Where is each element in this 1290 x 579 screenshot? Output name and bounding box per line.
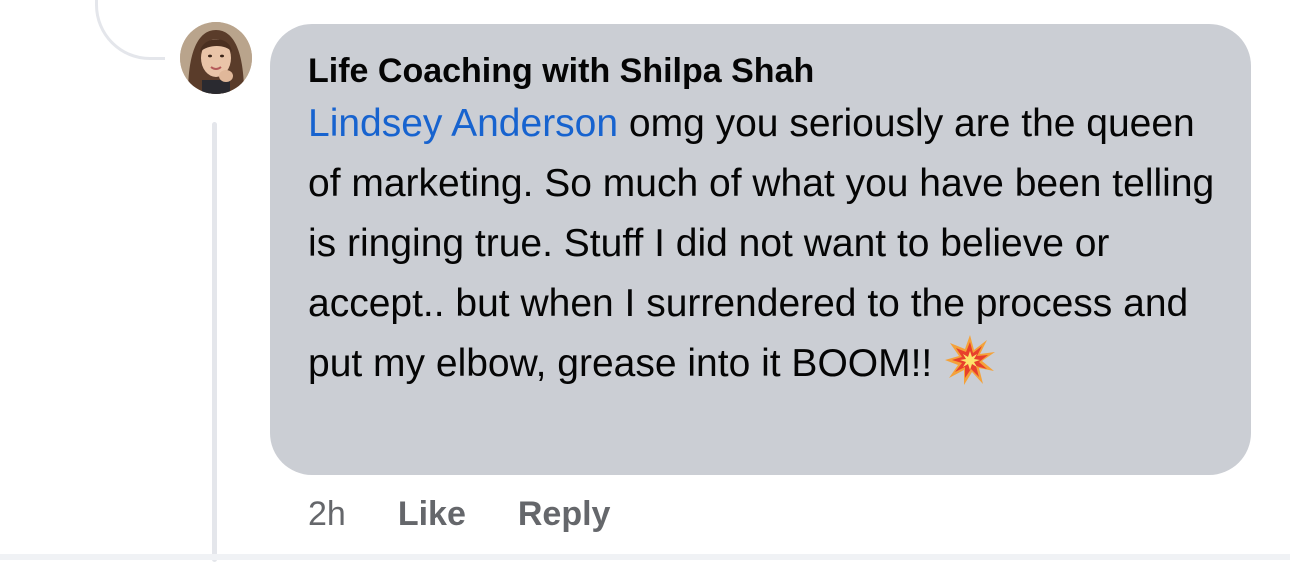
thread-connector-line	[212, 122, 217, 562]
bottom-divider	[0, 554, 1290, 560]
collision-emoji-icon	[944, 334, 996, 386]
comment-timestamp[interactable]: 2h	[308, 495, 346, 534]
thread-connector-curve	[95, 0, 165, 60]
comment-actions: 2h Like Reply	[308, 492, 610, 536]
reply-button[interactable]: Reply	[518, 495, 611, 534]
like-button[interactable]: Like	[398, 495, 466, 534]
comment-author[interactable]: Life Coaching with Shilpa Shah	[308, 50, 1213, 92]
comment-body: Lindsey Anderson omg you seriously are t…	[308, 94, 1218, 394]
comment-bubble: Life Coaching with Shilpa Shah Lindsey A…	[270, 24, 1251, 475]
mention-link[interactable]: Lindsey Anderson	[308, 102, 618, 145]
avatar[interactable]	[180, 22, 252, 94]
